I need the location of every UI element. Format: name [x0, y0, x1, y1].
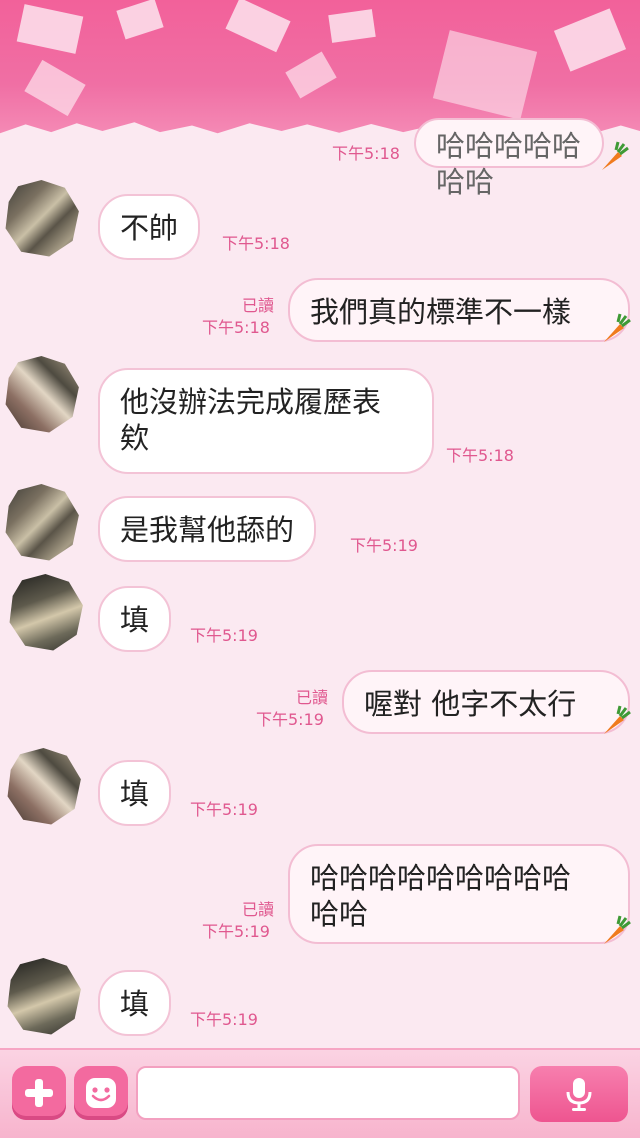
message-time: 下午5:19	[350, 536, 418, 555]
message-bubble-outgoing[interactable]: 我們真的標準不一樣	[288, 278, 630, 342]
read-receipt: 已讀	[241, 296, 274, 315]
message-bubble-outgoing[interactable]: 哈哈哈哈哈哈哈哈哈 哈哈	[288, 844, 630, 944]
message-time: 下午5:19	[190, 626, 258, 645]
message-bubble-outgoing[interactable]: 哈哈哈哈哈哈哈	[414, 118, 604, 199]
read-receipt: 已讀	[241, 900, 274, 919]
carrot-icon	[604, 915, 631, 944]
message-time: 下午5:18	[446, 446, 514, 465]
message-input[interactable]	[136, 1066, 520, 1120]
carrot-icon	[602, 141, 629, 170]
message-bubble-incoming[interactable]: 填	[98, 586, 172, 652]
message-time: 下午5:19	[202, 922, 270, 941]
avatar[interactable]	[7, 958, 81, 1035]
add-button[interactable]	[12, 1066, 66, 1120]
voice-button[interactable]	[530, 1066, 628, 1122]
message-bubble-outgoing[interactable]: 喔對 他字不太行	[342, 670, 630, 734]
carrot-icon	[604, 705, 631, 734]
message-time: 下午5:18	[222, 234, 290, 253]
message-bubble-incoming[interactable]: 填	[98, 970, 172, 1036]
message-bubble-incoming[interactable]: 填	[98, 760, 172, 826]
carrot-icon	[604, 313, 631, 342]
avatar[interactable]	[7, 748, 81, 825]
message-time: 下午5:18	[202, 318, 270, 337]
microphone-icon	[566, 1078, 592, 1111]
emoji-button[interactable]	[74, 1066, 128, 1120]
message-time: 下午5:19	[190, 800, 258, 819]
avatar[interactable]	[5, 356, 79, 433]
avatar[interactable]	[5, 484, 79, 561]
avatar[interactable]	[9, 574, 83, 651]
avatar[interactable]	[5, 180, 79, 257]
message-bubble-incoming[interactable]: 不帥	[98, 194, 201, 260]
input-bar	[0, 1048, 640, 1138]
message-bubble-incoming[interactable]: 是我幫他舔的	[98, 496, 317, 562]
message-time: 下午5:19	[256, 710, 324, 729]
smiley-icon	[86, 1078, 116, 1108]
message-time: 下午5:18	[332, 144, 400, 163]
message-time: 下午5:19	[190, 1010, 258, 1029]
plus-icon	[25, 1079, 53, 1107]
message-bubble-incoming[interactable]: 他沒辦法完成履歷表 欸	[98, 368, 434, 474]
read-receipt: 已讀	[295, 688, 328, 707]
